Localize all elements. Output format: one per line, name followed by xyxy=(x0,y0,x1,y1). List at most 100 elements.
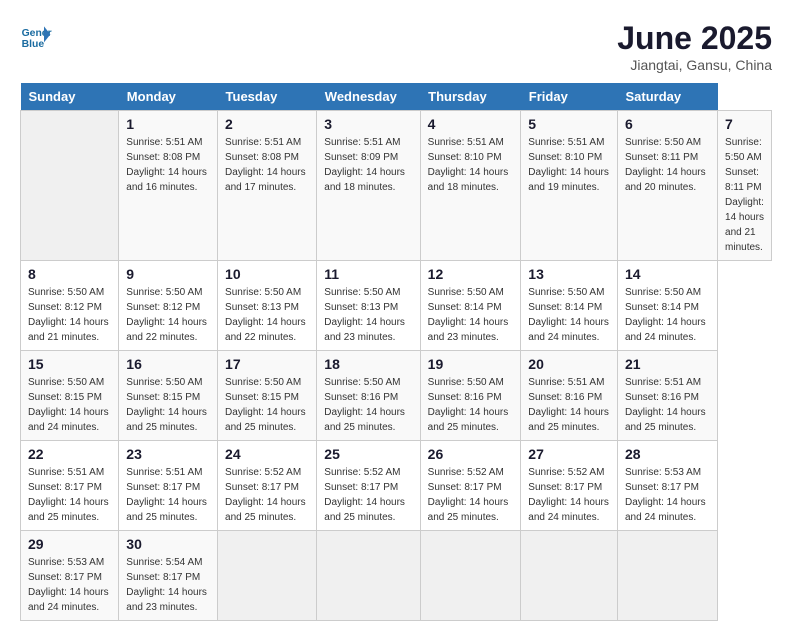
day-number: 20 xyxy=(528,356,610,372)
day-number: 8 xyxy=(28,266,111,282)
day-info: Sunrise: 5:50 AMSunset: 8:12 PMDaylight:… xyxy=(28,285,111,345)
day-number: 12 xyxy=(428,266,514,282)
day-info: Sunrise: 5:51 AMSunset: 8:08 PMDaylight:… xyxy=(225,135,309,195)
day-number: 22 xyxy=(28,446,111,462)
week-row-2: 15 Sunrise: 5:50 AMSunset: 8:15 PMDayligh… xyxy=(21,351,772,441)
day-info: Sunrise: 5:53 AMSunset: 8:17 PMDaylight:… xyxy=(28,555,111,615)
header-row: SundayMondayTuesdayWednesdayThursdayFrid… xyxy=(21,83,772,111)
day-number: 21 xyxy=(625,356,710,372)
day-cell: 27Sunrise: 5:52 AMSunset: 8:17 PMDayligh… xyxy=(521,441,618,531)
day-cell: 11Sunrise: 5:50 AMSunset: 8:13 PMDayligh… xyxy=(317,261,420,351)
day-info: Sunrise: 5:51 AMSunset: 8:17 PMDaylight:… xyxy=(28,465,111,525)
day-info: Sunrise: 5:50 AMSunset: 8:16 PMDaylight:… xyxy=(324,375,412,435)
day-cell: 9Sunrise: 5:50 AMSunset: 8:12 PMDaylight… xyxy=(119,261,218,351)
day-number: 16 xyxy=(126,356,210,372)
day-cell: 25Sunrise: 5:52 AMSunset: 8:17 PMDayligh… xyxy=(317,441,420,531)
day-number: 30 xyxy=(126,536,210,552)
day-number: 14 xyxy=(625,266,710,282)
day-cell: 22 Sunrise: 5:51 AMSunset: 8:17 PMDayligh… xyxy=(21,441,119,531)
day-info: Sunrise: 5:50 AMSunset: 8:14 PMDaylight:… xyxy=(625,285,710,345)
day-cell: 1 Sunrise: 5:51 AMSunset: 8:08 PMDaylight… xyxy=(119,111,218,261)
day-number: 2 xyxy=(225,116,309,132)
day-number: 4 xyxy=(428,116,514,132)
day-number: 24 xyxy=(225,446,309,462)
header-cell-monday: Monday xyxy=(119,83,218,111)
logo: General Blue xyxy=(20,20,52,52)
day-cell xyxy=(21,111,119,261)
day-cell: 26 Sunrise: 5:52 AMSunset: 8:17 PMDayligh… xyxy=(420,441,521,531)
svg-text:Blue: Blue xyxy=(22,39,45,50)
day-info: Sunrise: 5:51 AMSunset: 8:10 PMDaylight:… xyxy=(428,135,514,195)
week-row-0: 1 Sunrise: 5:51 AMSunset: 8:08 PMDaylight… xyxy=(21,111,772,261)
day-cell: 14 Sunrise: 5:50 AMSunset: 8:14 PMDayligh… xyxy=(617,261,717,351)
day-number: 11 xyxy=(324,266,412,282)
day-cell: 10 Sunrise: 5:50 AMSunset: 8:13 PMDayligh… xyxy=(218,261,317,351)
day-cell: 19 Sunrise: 5:50 AMSunset: 8:16 PMDayligh… xyxy=(420,351,521,441)
day-number: 26 xyxy=(428,446,514,462)
day-info: Sunrise: 5:54 AMSunset: 8:17 PMDaylight:… xyxy=(126,555,210,615)
day-info: Sunrise: 5:50 AMSunset: 8:14 PMDaylight:… xyxy=(428,285,514,345)
day-cell: 21 Sunrise: 5:51 AMSunset: 8:16 PMDayligh… xyxy=(617,351,717,441)
day-number: 28 xyxy=(625,446,710,462)
day-info: Sunrise: 5:51 AMSunset: 8:16 PMDaylight:… xyxy=(625,375,710,435)
day-cell: 3Sunrise: 5:51 AMSunset: 8:09 PMDaylight… xyxy=(317,111,420,261)
day-number: 5 xyxy=(528,116,610,132)
day-info: Sunrise: 5:52 AMSunset: 8:17 PMDaylight:… xyxy=(324,465,412,525)
week-row-4: 29 Sunrise: 5:53 AMSunset: 8:17 PMDayligh… xyxy=(21,531,772,621)
day-info: Sunrise: 5:50 AMSunset: 8:13 PMDaylight:… xyxy=(225,285,309,345)
day-info: Sunrise: 5:51 AMSunset: 8:16 PMDaylight:… xyxy=(528,375,610,435)
day-number: 23 xyxy=(126,446,210,462)
day-cell: 13 Sunrise: 5:50 AMSunset: 8:14 PMDayligh… xyxy=(521,261,618,351)
day-info: Sunrise: 5:50 AMSunset: 8:11 PMDaylight:… xyxy=(725,135,764,255)
page-header: General Blue June 2025 Jiangtai, Gansu, … xyxy=(20,20,772,73)
day-cell: 24 Sunrise: 5:52 AMSunset: 8:17 PMDayligh… xyxy=(218,441,317,531)
day-cell: 5 Sunrise: 5:51 AMSunset: 8:10 PMDaylight… xyxy=(521,111,618,261)
day-number: 17 xyxy=(225,356,309,372)
day-info: Sunrise: 5:50 AMSunset: 8:15 PMDaylight:… xyxy=(28,375,111,435)
header-cell-tuesday: Tuesday xyxy=(218,83,317,111)
day-number: 27 xyxy=(528,446,610,462)
header-cell-saturday: Saturday xyxy=(617,83,717,111)
logo-icon: General Blue xyxy=(20,20,52,52)
day-number: 29 xyxy=(28,536,111,552)
day-number: 18 xyxy=(324,356,412,372)
header-cell-friday: Friday xyxy=(521,83,618,111)
header-cell-sunday: Sunday xyxy=(21,83,119,111)
day-cell: 2 Sunrise: 5:51 AMSunset: 8:08 PMDaylight… xyxy=(218,111,317,261)
day-cell xyxy=(317,531,420,621)
day-number: 19 xyxy=(428,356,514,372)
day-cell: 23 Sunrise: 5:51 AMSunset: 8:17 PMDayligh… xyxy=(119,441,218,531)
day-cell: 18 Sunrise: 5:50 AMSunset: 8:16 PMDayligh… xyxy=(317,351,420,441)
day-cell: 20 Sunrise: 5:51 AMSunset: 8:16 PMDayligh… xyxy=(521,351,618,441)
day-info: Sunrise: 5:50 AMSunset: 8:11 PMDaylight:… xyxy=(625,135,710,195)
day-cell: 28Sunrise: 5:53 AMSunset: 8:17 PMDayligh… xyxy=(617,441,717,531)
day-info: Sunrise: 5:50 AMSunset: 8:12 PMDaylight:… xyxy=(126,285,210,345)
day-cell xyxy=(521,531,618,621)
day-info: Sunrise: 5:50 AMSunset: 8:14 PMDaylight:… xyxy=(528,285,610,345)
day-info: Sunrise: 5:51 AMSunset: 8:10 PMDaylight:… xyxy=(528,135,610,195)
day-info: Sunrise: 5:50 AMSunset: 8:16 PMDaylight:… xyxy=(428,375,514,435)
day-number: 13 xyxy=(528,266,610,282)
day-info: Sunrise: 5:50 AMSunset: 8:15 PMDaylight:… xyxy=(126,375,210,435)
day-number: 6 xyxy=(625,116,710,132)
week-row-1: 8 Sunrise: 5:50 AMSunset: 8:12 PMDaylight… xyxy=(21,261,772,351)
day-info: Sunrise: 5:51 AMSunset: 8:17 PMDaylight:… xyxy=(126,465,210,525)
day-cell: 8 Sunrise: 5:50 AMSunset: 8:12 PMDaylight… xyxy=(21,261,119,351)
day-cell: 12 Sunrise: 5:50 AMSunset: 8:14 PMDayligh… xyxy=(420,261,521,351)
week-row-3: 22 Sunrise: 5:51 AMSunset: 8:17 PMDayligh… xyxy=(21,441,772,531)
title-block: June 2025 Jiangtai, Gansu, China xyxy=(617,20,772,73)
day-info: Sunrise: 5:50 AMSunset: 8:15 PMDaylight:… xyxy=(225,375,309,435)
day-info: Sunrise: 5:52 AMSunset: 8:17 PMDaylight:… xyxy=(428,465,514,525)
day-cell: 4 Sunrise: 5:51 AMSunset: 8:10 PMDaylight… xyxy=(420,111,521,261)
day-number: 1 xyxy=(126,116,210,132)
day-info: Sunrise: 5:51 AMSunset: 8:09 PMDaylight:… xyxy=(324,135,412,195)
header-cell-thursday: Thursday xyxy=(420,83,521,111)
day-info: Sunrise: 5:52 AMSunset: 8:17 PMDaylight:… xyxy=(225,465,309,525)
day-cell: 15 Sunrise: 5:50 AMSunset: 8:15 PMDayligh… xyxy=(21,351,119,441)
day-number: 15 xyxy=(28,356,111,372)
day-cell xyxy=(218,531,317,621)
day-info: Sunrise: 5:51 AMSunset: 8:08 PMDaylight:… xyxy=(126,135,210,195)
header-cell-wednesday: Wednesday xyxy=(317,83,420,111)
day-number: 10 xyxy=(225,266,309,282)
main-title: June 2025 xyxy=(617,20,772,57)
